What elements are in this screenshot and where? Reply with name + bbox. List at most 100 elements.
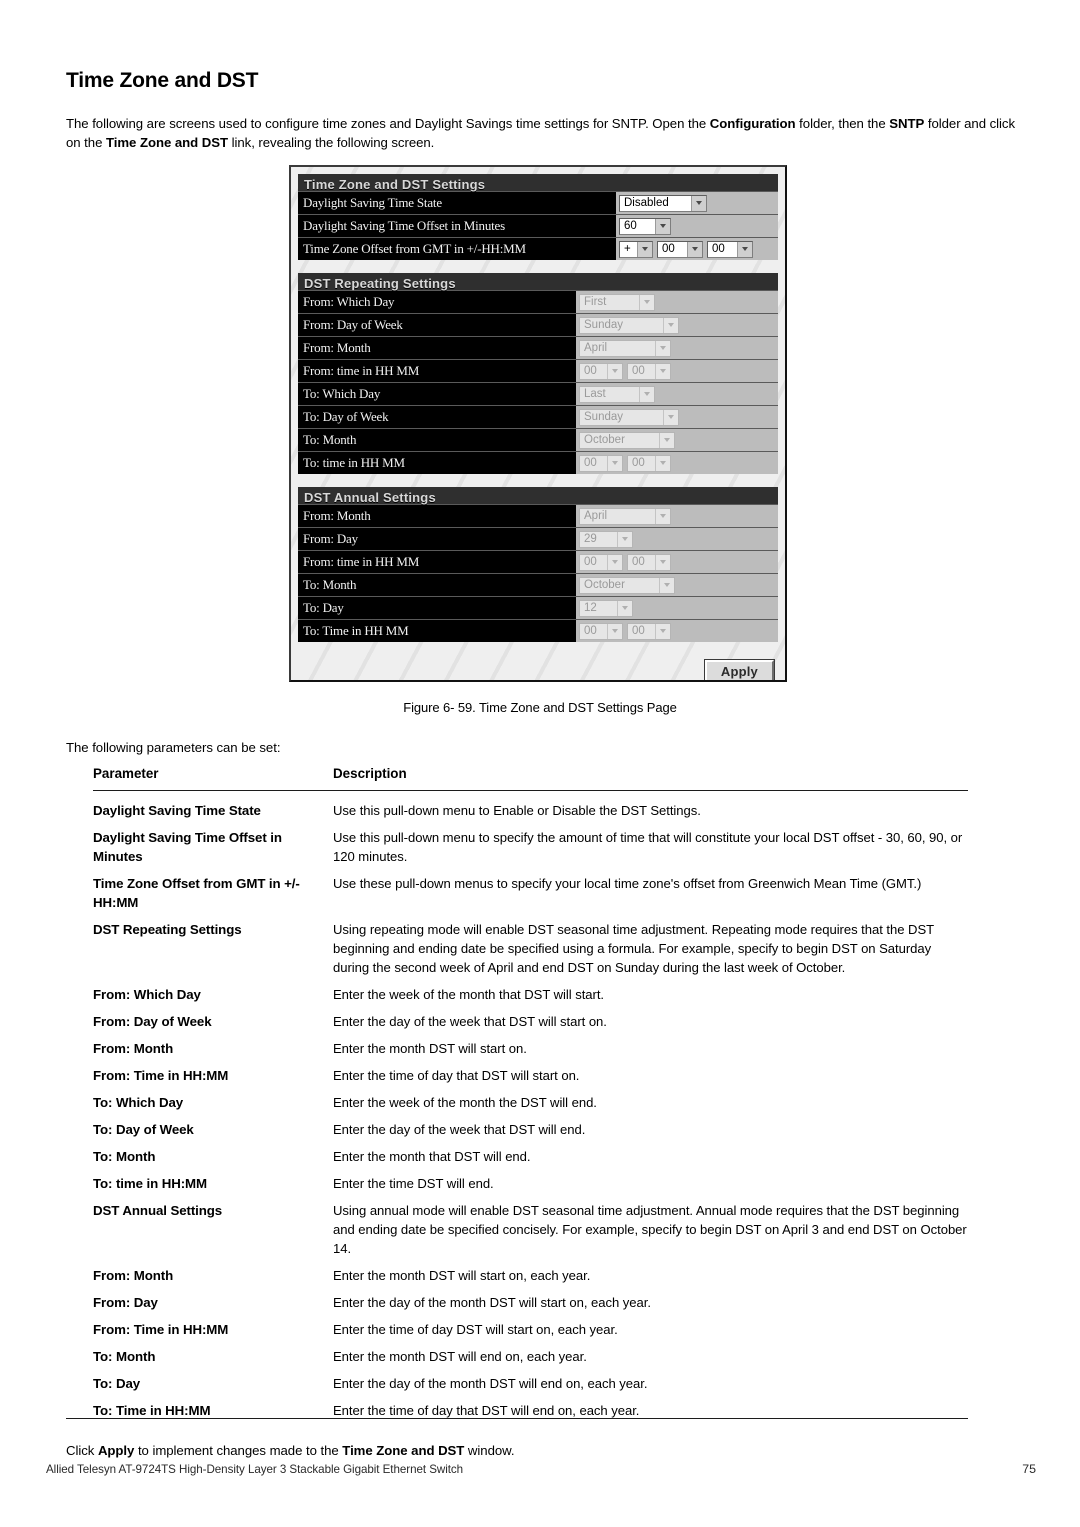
dropdown-value: 00 [584, 624, 597, 637]
column-header-description: Description [333, 766, 407, 781]
table-row: Daylight Saving Time State Use this pull-… [93, 801, 968, 820]
chevron-down-icon [737, 241, 752, 257]
section-header-dst-annual-settings: DST Annual Settings [298, 487, 778, 505]
apply-button[interactable]: Apply [703, 659, 776, 680]
intro-bold-timezone-dst: Time Zone and DST [105, 135, 228, 151]
chevron-down-icon [607, 623, 622, 639]
dropdown-select: 00 [627, 362, 671, 380]
table-row: From: Time in HH:MM Enter the time of day… [93, 1066, 968, 1085]
dropdown-select: October [579, 431, 675, 449]
dropdown-select[interactable]: Disabled [619, 194, 707, 212]
dropdown-value: 00 [632, 456, 645, 469]
dropdown-value: 60 [624, 219, 637, 232]
settings-row: To: Day 12 [298, 596, 778, 619]
setting-controls: 00 00 [576, 620, 778, 642]
section-timezone-dst-settings: Time Zone and DST Settings Daylight Savin… [298, 174, 778, 260]
setting-label: From: Month [298, 505, 576, 527]
parameter-name: Time Zone Offset from GMT in +/- HH:MM [93, 876, 300, 910]
closing-paragraph: Click Apply to implement changes made to… [66, 1443, 515, 1458]
dropdown-select: First [579, 293, 655, 311]
setting-label: To: Which Day [298, 383, 576, 405]
intro-bold-configuration: Configuration [709, 116, 796, 132]
setting-label: From: Month [298, 337, 576, 359]
chevron-down-icon [655, 508, 670, 524]
page-title: Time Zone and DST [66, 69, 259, 93]
table-row: DST Annual Settings Using annual mode wil… [93, 1201, 968, 1258]
dropdown-value: October [584, 578, 625, 591]
dropdown-select: 00 [627, 622, 671, 640]
dropdown-select: April [579, 339, 671, 357]
chevron-down-icon [663, 317, 678, 333]
settings-row: To: Time in HH MM 00 00 [298, 619, 778, 642]
settings-row: From: Which Day First [298, 290, 778, 313]
section-header-timezone-dst-settings: Time Zone and DST Settings [298, 174, 778, 192]
chevron-down-icon [655, 218, 670, 234]
dropdown-value: 00 [584, 555, 597, 568]
setting-label: From: Which Day [298, 291, 576, 313]
setting-controls: 00 00 [576, 551, 778, 573]
table-row: To: Day Enter the day of the month DST wi… [93, 1374, 968, 1393]
section-dst-repeating-settings: DST Repeating Settings From: Which Day Fir… [298, 273, 778, 474]
device-web-ui: Time Zone and DST Settings Daylight Savin… [289, 165, 787, 682]
setting-controls: +00 00 [616, 238, 778, 260]
table-row: To: Day of Week Enter the day of the week… [93, 1120, 968, 1139]
parameter-description: Enter the week of the month the DST will… [333, 1095, 597, 1110]
parameter-name: To: time in HH:MM [93, 1176, 208, 1191]
setting-label: Time Zone Offset from GMT in +/-HH:MM [298, 238, 616, 260]
settings-row: From: time in HH MM 00 00 [298, 359, 778, 382]
dropdown-select: 00 [579, 553, 623, 571]
dropdown-select: October [579, 576, 675, 594]
dropdown-select[interactable]: + [619, 240, 653, 258]
settings-row: From: time in HH MM 00 00 [298, 550, 778, 573]
dropdown-value: April [584, 341, 608, 354]
chevron-down-icon [687, 241, 702, 257]
setting-label: To: Time in HH MM [298, 620, 576, 642]
setting-controls: 12 [576, 597, 778, 619]
dropdown-value: 29 [584, 532, 597, 545]
chevron-down-icon [655, 623, 670, 639]
setting-label: From: Day of Week [298, 314, 576, 336]
chevron-down-icon [655, 455, 670, 471]
table-row: To: Month Enter the month DST will end on… [93, 1347, 968, 1366]
dropdown-select: Sunday [579, 408, 679, 426]
setting-controls: Sunday [576, 314, 778, 336]
setting-controls: 00 00 [576, 452, 778, 474]
chevron-down-icon [637, 241, 652, 257]
chevron-down-icon [639, 386, 654, 402]
setting-label: To: Month [298, 574, 576, 596]
settings-row: To: Day of Week Sunday [298, 405, 778, 428]
dropdown-value: 00 [632, 364, 645, 377]
parameter-name: To: Month [93, 1349, 156, 1364]
dropdown-select[interactable]: 00 [707, 240, 753, 258]
setting-controls: October [576, 429, 778, 451]
setting-label: From: time in HH MM [298, 551, 576, 573]
dropdown-select: 00 [579, 622, 623, 640]
parameter-description: Enter the month DST will end on, each ye… [333, 1349, 587, 1364]
parameter-name: Daylight Saving Time Offset in Minutes [93, 830, 282, 864]
setting-controls: Last [576, 383, 778, 405]
parameter-description: Enter the time of day DST will start on,… [333, 1322, 618, 1337]
dropdown-value: October [584, 433, 625, 446]
dropdown-select: Sunday [579, 316, 679, 334]
intro-text-2: folder, then the [795, 116, 890, 132]
parameter-description: Enter the time of day that DST will star… [333, 1068, 580, 1083]
setting-controls: April [576, 505, 778, 527]
dropdown-value: 00 [632, 624, 645, 637]
chevron-down-icon [655, 340, 670, 356]
settings-row: To: Month October [298, 573, 778, 596]
dropdown-select[interactable]: 60 [619, 217, 671, 235]
parameter-description: Enter the month that DST will end. [333, 1149, 531, 1164]
dropdown-value: First [584, 295, 607, 308]
dropdown-value: April [584, 509, 608, 522]
parameter-table: Parameter Description Daylight Saving Ti… [93, 766, 968, 1428]
dropdown-value: + [624, 242, 631, 255]
dropdown-select[interactable]: 00 [657, 240, 703, 258]
parameter-name: From: Day [93, 1295, 158, 1310]
parameter-name: From: Day of Week [93, 1014, 212, 1029]
settings-row: To: time in HH MM 00 00 [298, 451, 778, 474]
dropdown-value: 00 [584, 456, 597, 469]
dropdown-select: 00 [627, 454, 671, 472]
header-divider [93, 790, 968, 791]
settings-row: To: Which Day Last [298, 382, 778, 405]
dropdown-value: 00 [584, 364, 597, 377]
